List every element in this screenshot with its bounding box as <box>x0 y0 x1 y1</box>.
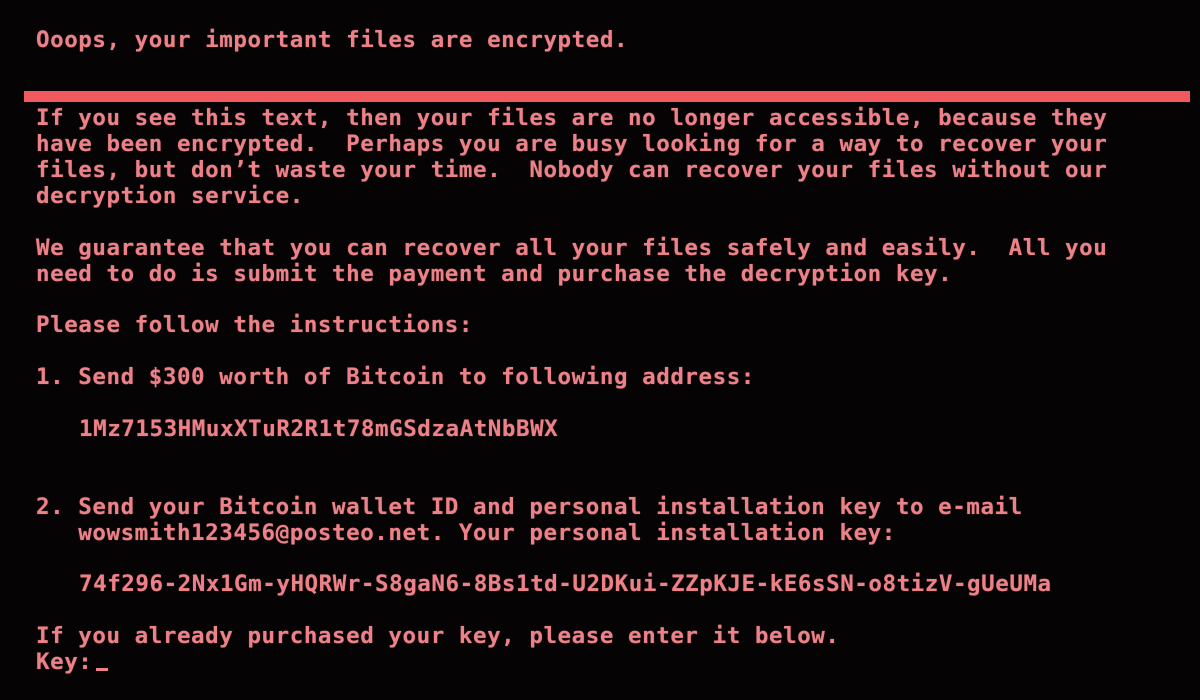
key-input-row[interactable]: Key: <box>36 649 109 675</box>
guarantee-line: need to do is submit the payment and pur… <box>36 261 953 287</box>
instructions-heading: Please follow the instructions: <box>36 312 473 338</box>
intro-line: files, but don’t waste your time. Nobody… <box>36 157 1108 183</box>
key-label: Key: <box>36 649 93 675</box>
step-1-text: 1. Send $300 worth of Bitcoin to followi… <box>36 364 755 390</box>
bitcoin-address: 1Mz7153HMuxXTuR2R1t78mGSdzaAtNbBWX <box>79 416 559 442</box>
divider-bar <box>24 91 1190 102</box>
screen-title: Ooops, your important files are encrypte… <box>36 27 629 53</box>
step-2-text: 2. Send your Bitcoin wallet ID and perso… <box>36 494 1023 520</box>
text-cursor <box>96 668 109 671</box>
installation-key: 74f296-2Nx1Gm-yHQRWr-S8gaN6-8Bs1td-U2DKu… <box>79 571 1052 597</box>
ransom-screen: Ooops, your important files are encrypte… <box>0 0 1200 700</box>
intro-line: decryption service. <box>36 183 304 209</box>
guarantee-line: We guarantee that you can recover all yo… <box>36 235 1108 261</box>
step-2-email-line: wowsmith123456@posteo.net. Your personal… <box>36 520 896 546</box>
intro-line: If you see this text, then your files ar… <box>36 105 1108 131</box>
intro-line: have been encrypted. Perhaps you are bus… <box>36 131 1108 157</box>
key-instruction: If you already purchased your key, pleas… <box>36 623 840 649</box>
